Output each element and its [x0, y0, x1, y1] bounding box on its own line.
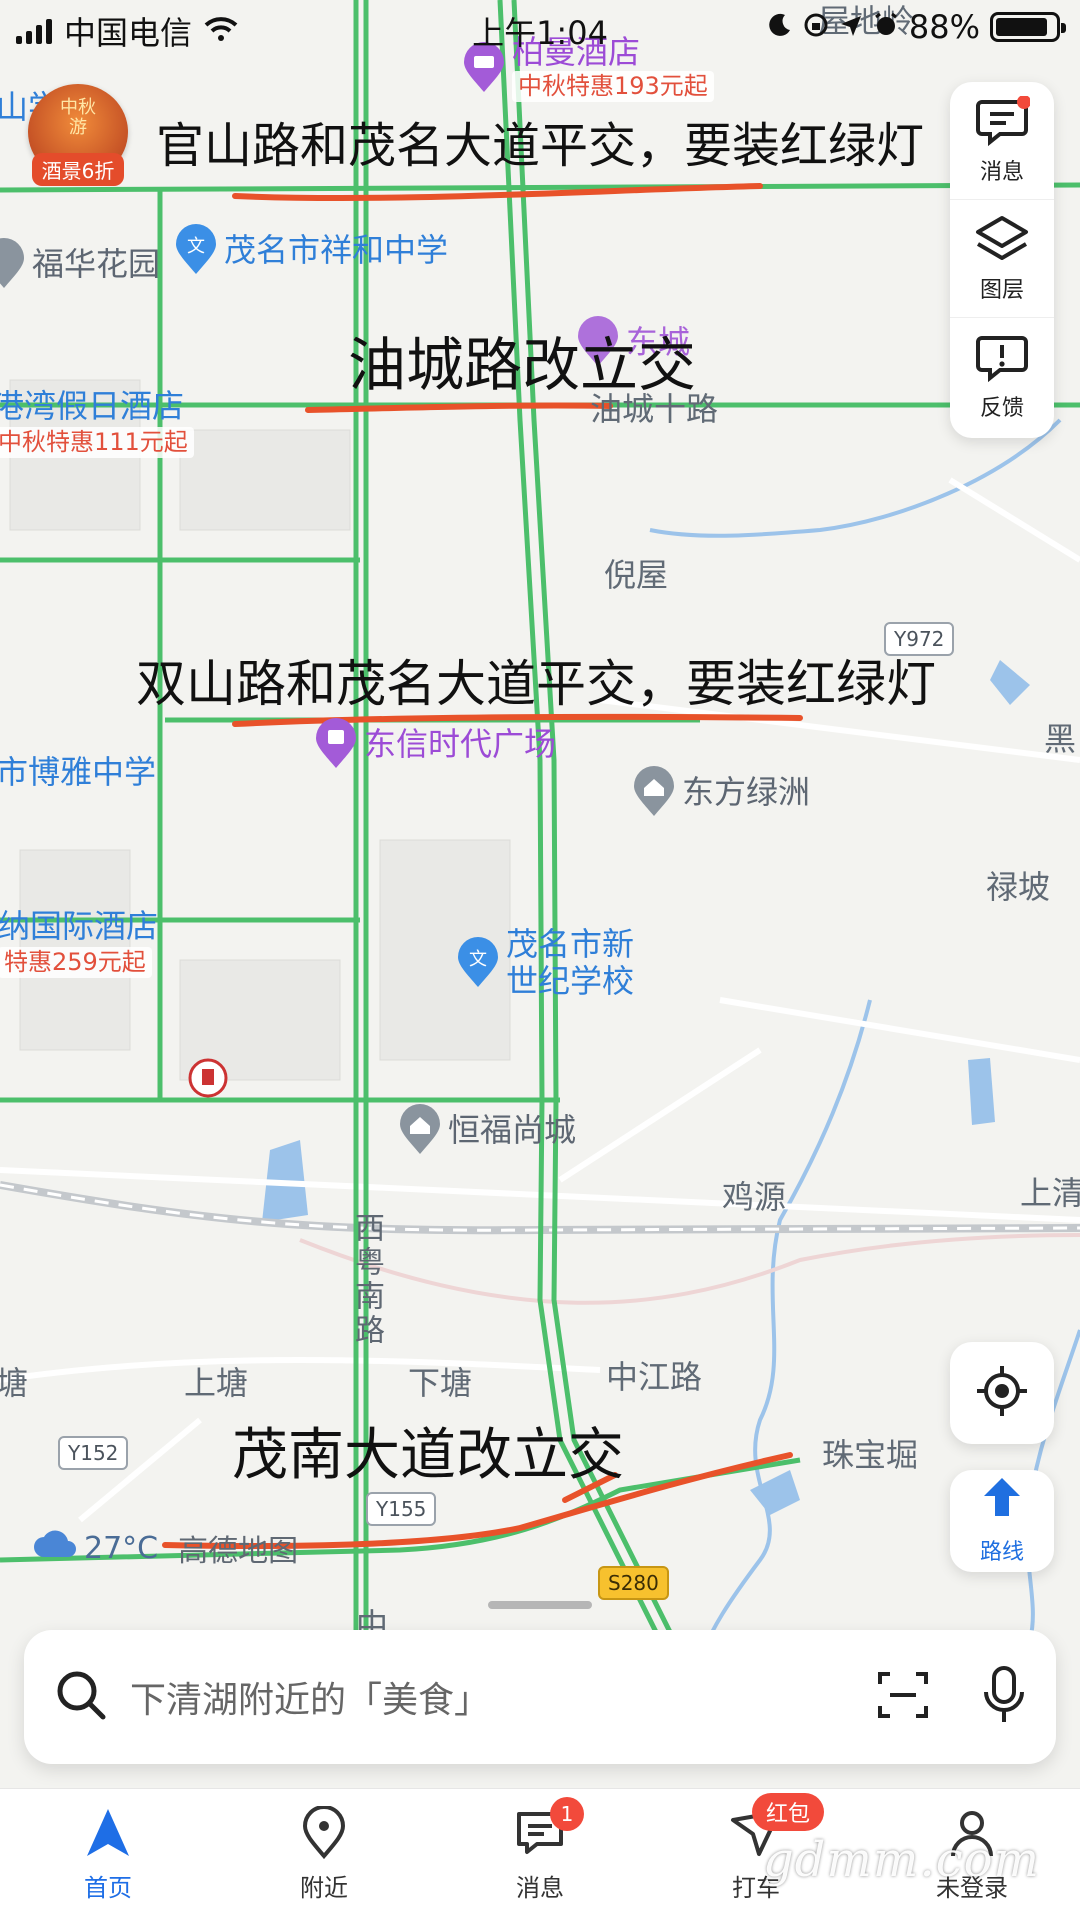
poi-xianghe-school[interactable]: 文 茂名市祥和中学	[174, 224, 448, 276]
message-icon	[974, 94, 1031, 148]
poi-hengfu-shangcheng[interactable]: 恒福尚城	[398, 1104, 576, 1156]
route-label: 路线	[979, 1540, 1024, 1565]
place-label: 塘	[0, 1364, 29, 1402]
search-bar[interactable]: 下清湖附近的「美食」	[24, 1630, 1056, 1764]
microphone-icon[interactable]	[982, 1666, 1026, 1728]
mid-autumn-promo-badge[interactable]: 中秋 游 酒景6折	[28, 84, 128, 186]
temperature: 27°C	[84, 1530, 159, 1566]
search-placeholder[interactable]: 下清湖附近的「美食」	[130, 1671, 876, 1723]
gas-station-icon[interactable]	[188, 1058, 228, 1104]
poi-promo: 特惠259元起	[0, 946, 152, 979]
place-label: 上清	[1020, 1174, 1080, 1212]
layers-icon	[974, 214, 1030, 266]
poi-name: 茂名市新 世纪学校	[506, 925, 635, 1000]
school-pin-icon: 文	[456, 936, 500, 989]
school-pin-icon: 文	[174, 224, 218, 276]
shopping-pin-icon	[314, 718, 358, 770]
map-tools-panel: 消息 图层 反馈	[950, 82, 1054, 438]
place-label: 鸡源	[722, 1178, 787, 1216]
tab-home[interactable]: 首页	[0, 1789, 216, 1920]
road-label-xiyue-south: 西粤南路	[349, 1212, 384, 1348]
poi-promo: 中秋特惠193元起	[512, 70, 714, 103]
place-label: 倪屋	[604, 556, 669, 594]
tab-label: 附近	[300, 1874, 348, 1902]
alarm-icon	[873, 8, 899, 46]
place-label: 禄坡	[986, 868, 1051, 906]
poi-dongxin-plaza[interactable]: 东信时代广场	[314, 718, 556, 770]
rotation-lock-icon	[803, 8, 829, 46]
amap-logo-text: 高德地图	[178, 1534, 299, 1569]
poi-na-intl-hotel[interactable]: 纳国际酒店 特惠259元起	[0, 907, 159, 979]
layers-tool-button[interactable]: 图层	[950, 200, 1054, 318]
red-packet-tag: 红包	[752, 1793, 825, 1831]
svg-text:文: 文	[469, 949, 487, 970]
site-watermark: gdmm.com	[762, 1832, 1040, 1888]
unread-badge: 1	[550, 1797, 584, 1831]
place-label: 黑	[1044, 720, 1077, 758]
tab-messages[interactable]: 消息 1	[432, 1789, 648, 1920]
poi-name: 市博雅中学	[0, 753, 157, 791]
search-icon	[54, 1668, 108, 1726]
tab-nearby[interactable]: 附近	[216, 1789, 432, 1920]
drag-handle[interactable]	[488, 1601, 592, 1609]
residence-pin-icon	[398, 1104, 442, 1156]
road-badge: Y155	[366, 1492, 437, 1526]
tab-label: 消息	[516, 1874, 564, 1902]
feedback-icon	[974, 332, 1030, 384]
poi-dongfang-lvzhou[interactable]: 东方绿洲	[632, 766, 810, 818]
tab-label: 首页	[84, 1874, 132, 1902]
feedback-tool-button[interactable]: 反馈	[950, 318, 1054, 436]
residence-pin-icon	[632, 766, 676, 818]
annotation-text: 茂南大道改立交	[232, 1423, 624, 1488]
battery-percent: 88%	[908, 8, 980, 46]
cloud-icon	[32, 1529, 76, 1567]
crosshair-icon	[975, 1364, 1029, 1422]
svg-text:文: 文	[187, 236, 205, 257]
navigation-arrow-icon	[81, 1806, 135, 1860]
poi-name: 福华花园	[32, 244, 161, 283]
annotation-text: 官山路和茂名大道平交，要装红绿灯	[156, 118, 925, 174]
annotation-text: 双山路和茂名大道平交，要装红绿灯	[136, 655, 936, 713]
locate-me-button[interactable]	[950, 1342, 1054, 1444]
annotation-text: 油城路改立交	[348, 331, 697, 399]
lantern-text: 中秋 游	[60, 97, 96, 138]
moon-icon	[767, 8, 793, 46]
route-button[interactable]: 路线	[950, 1470, 1054, 1572]
route-arrow-icon	[980, 1476, 1024, 1530]
poi-name: 恒福尚城	[448, 1110, 577, 1149]
tool-label: 反馈	[979, 396, 1024, 421]
tool-label: 消息	[979, 159, 1024, 185]
poi-name: 东信时代广场	[364, 724, 557, 763]
status-bar: 中国电信 上午1:04 88%	[0, 0, 1080, 56]
poi-promo: 中秋特惠111元起	[0, 426, 194, 459]
place-label: 上塘	[184, 1364, 249, 1402]
scan-icon[interactable]	[876, 1668, 930, 1726]
poi-name: 茂名市祥和中学	[224, 230, 449, 269]
poi-name: 纳国际酒店	[0, 907, 159, 945]
road-badge: S280	[598, 1566, 669, 1600]
poi-fuhua-garden[interactable]: 福华花园	[0, 238, 160, 290]
road-badge: Y152	[58, 1436, 129, 1470]
location-pin-icon	[297, 1805, 351, 1860]
place-label: 中江路	[606, 1358, 703, 1396]
poi-harbour-hotel[interactable]: 港湾假日酒店 中秋特惠111元起	[0, 387, 194, 459]
poi-boya-school[interactable]: 市博雅中学	[0, 754, 156, 791]
place-label: 下塘	[408, 1364, 473, 1402]
messages-tool-button[interactable]: 消息	[950, 82, 1054, 200]
poi-name: 港湾假日酒店	[0, 387, 185, 425]
place-label: 珠宝堀	[822, 1436, 919, 1474]
location-arrow-icon	[839, 8, 863, 46]
poi-xinshiji-school[interactable]: 文 茂名市新 世纪学校	[456, 926, 634, 1000]
tool-label: 图层	[979, 277, 1024, 303]
promo-tag: 酒景6折	[32, 153, 124, 186]
poi-name: 东方绿洲	[682, 772, 811, 811]
weather-widget[interactable]: 27°C 高德地图	[32, 1526, 298, 1570]
battery-icon	[990, 12, 1066, 42]
residence-pin-icon	[0, 238, 26, 290]
